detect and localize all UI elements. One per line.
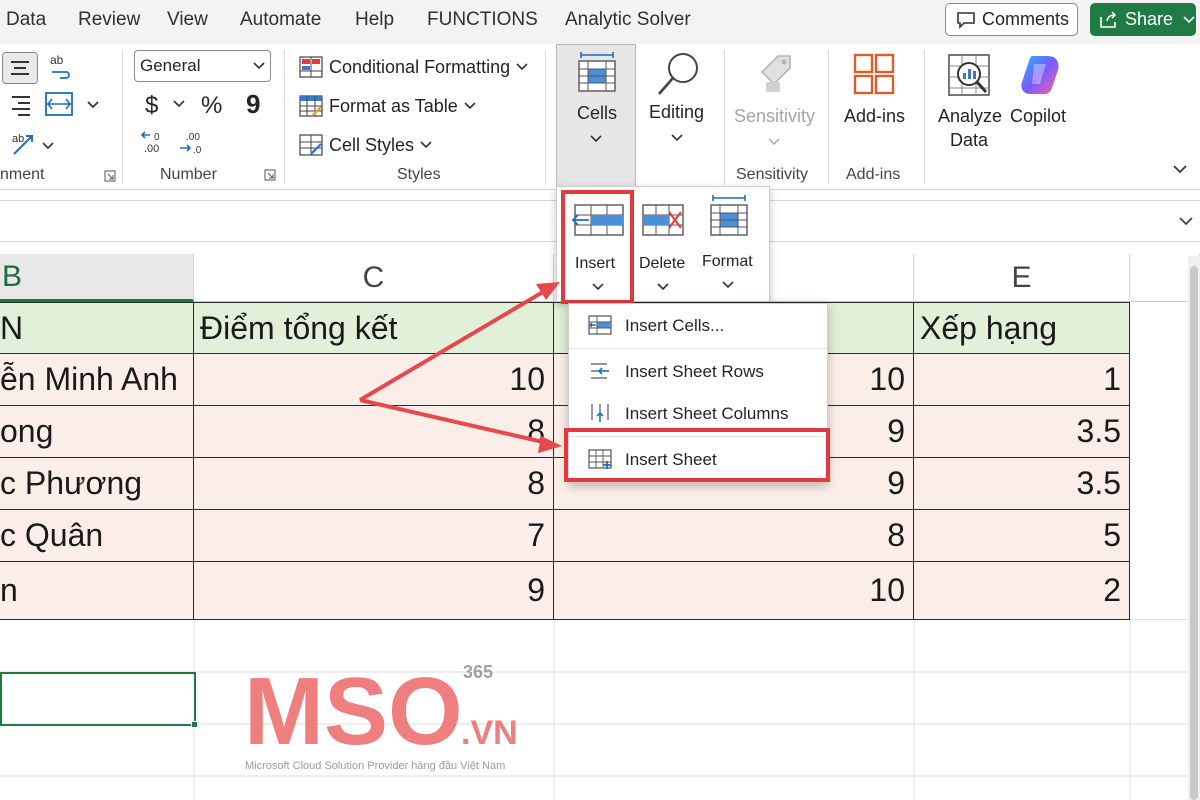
mso-logo: MSO: [244, 668, 463, 754]
watermark-logo-text: MSO: [244, 668, 463, 754]
watermark-tagline: Microsoft Cloud Solution Provider hàng đ…: [245, 760, 506, 772]
watermark-domain: .VN: [461, 714, 518, 752]
watermark-365: 365: [463, 662, 494, 682]
annotation-arrows: [358, 282, 562, 453]
